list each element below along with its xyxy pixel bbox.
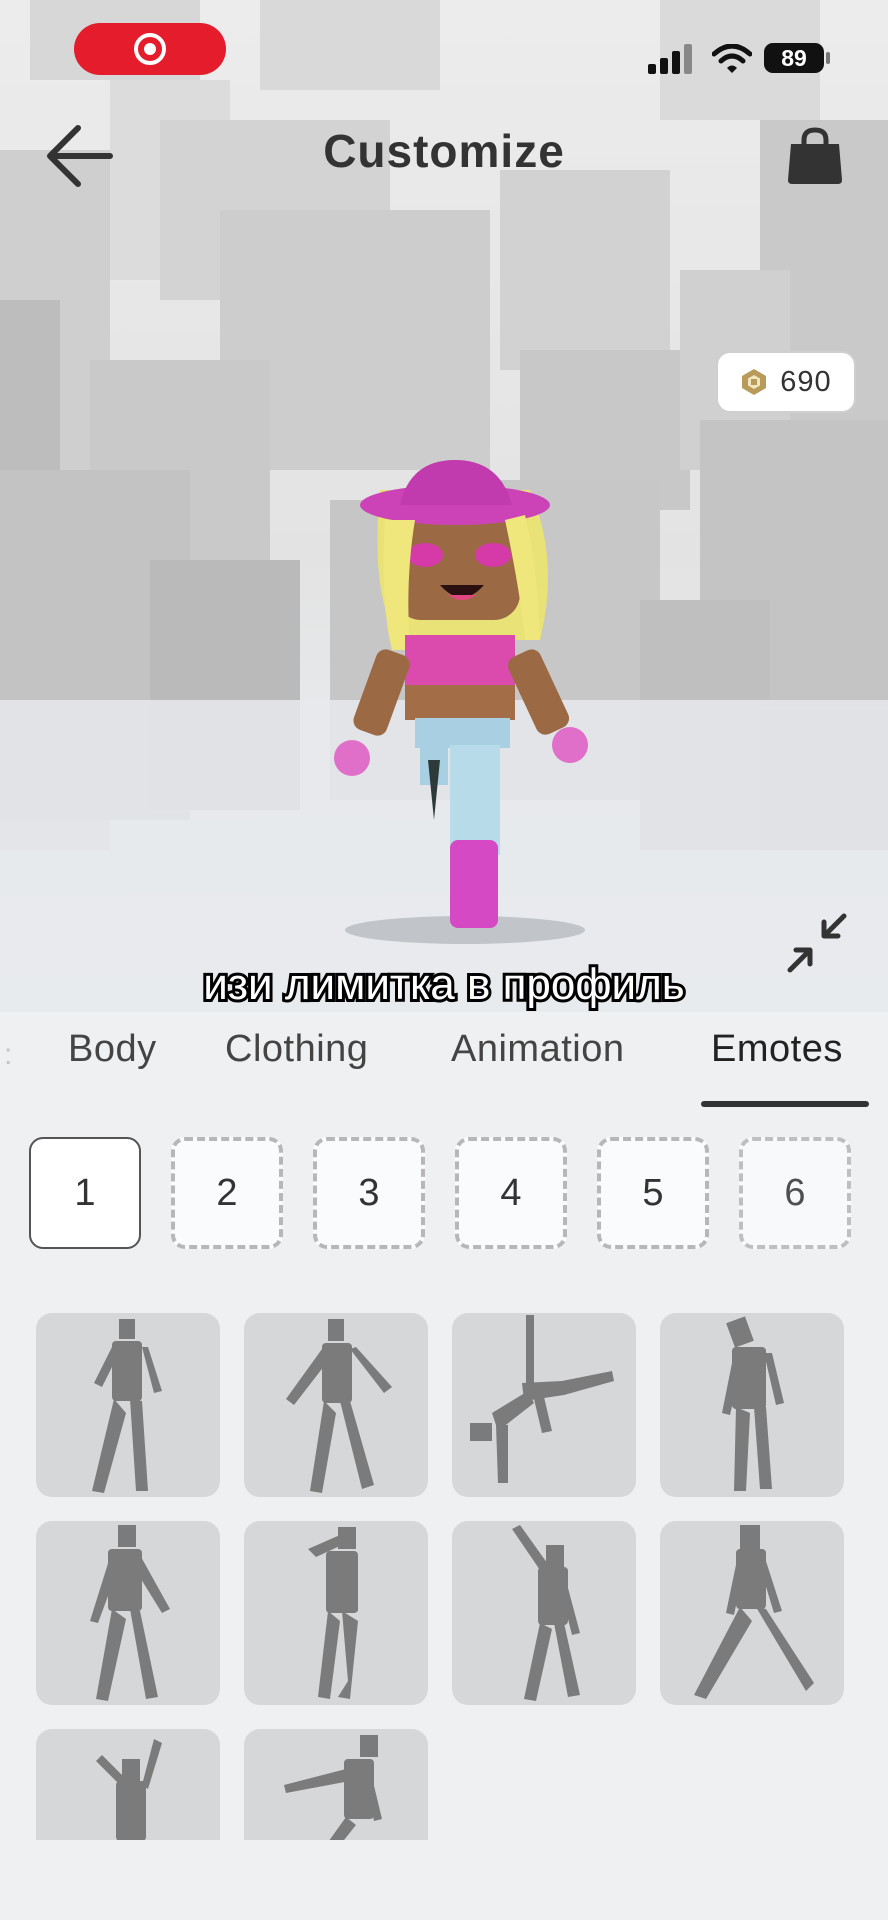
tab-emotes[interactable]: Emotes bbox=[711, 1028, 843, 1071]
emote-pose-silhouette-icon bbox=[512, 1525, 580, 1701]
video-caption: изи лимитка в профиль bbox=[200, 957, 687, 1012]
wifi-icon bbox=[712, 44, 752, 73]
emote-pose-silhouette-icon bbox=[286, 1319, 392, 1493]
robux-amount: 690 bbox=[780, 365, 832, 398]
tab-body[interactable]: Body bbox=[68, 1028, 157, 1071]
tabs-scroll-hint: : bbox=[4, 1038, 13, 1071]
emote-pose-silhouette-icon bbox=[308, 1527, 358, 1699]
avatar-preview-scene[interactable]: 89 Customize 690 изи лимитка в профиль bbox=[0, 0, 888, 1012]
screen-record-indicator[interactable] bbox=[74, 23, 226, 75]
grid-bottom-fade bbox=[0, 1840, 888, 1920]
emote-slot-4[interactable]: 4 bbox=[455, 1137, 567, 1249]
emote-slot-3[interactable]: 3 bbox=[313, 1137, 425, 1249]
emote-tile[interactable] bbox=[36, 1313, 220, 1497]
robux-balance[interactable]: 690 bbox=[716, 351, 856, 413]
emote-pose-silhouette-icon bbox=[722, 1316, 784, 1491]
battery-indicator: 89 bbox=[764, 43, 824, 73]
emote-tile[interactable] bbox=[452, 1521, 636, 1705]
emote-tile[interactable] bbox=[660, 1521, 844, 1705]
emote-slot-6[interactable]: 6 bbox=[739, 1137, 851, 1249]
cellular-signal-icon bbox=[648, 44, 692, 74]
battery-level: 89 bbox=[781, 44, 807, 71]
emote-tile[interactable] bbox=[452, 1313, 636, 1497]
emote-tile[interactable] bbox=[660, 1313, 844, 1497]
active-tab-indicator bbox=[701, 1101, 869, 1107]
emote-slot-1[interactable]: 1 bbox=[29, 1137, 141, 1249]
emote-slot-5[interactable]: 5 bbox=[597, 1137, 709, 1249]
record-icon bbox=[134, 33, 166, 65]
emote-tile[interactable] bbox=[244, 1313, 428, 1497]
battery-nub bbox=[826, 52, 830, 64]
tab-clothing[interactable]: Clothing bbox=[225, 1028, 368, 1071]
emote-pose-silhouette-icon bbox=[90, 1525, 170, 1701]
robux-coin-icon bbox=[742, 369, 767, 395]
emote-pose-silhouette-icon bbox=[694, 1525, 814, 1699]
emote-pose-silhouette-icon bbox=[470, 1315, 614, 1483]
emote-tile[interactable] bbox=[244, 1521, 428, 1705]
page-title: Customize bbox=[323, 125, 565, 177]
shopping-bag-icon[interactable] bbox=[786, 126, 844, 186]
emote-slot-2[interactable]: 2 bbox=[171, 1137, 283, 1249]
tab-animation[interactable]: Animation bbox=[451, 1028, 624, 1071]
emote-pose-silhouette-icon bbox=[92, 1319, 162, 1493]
emote-tile[interactable] bbox=[36, 1521, 220, 1705]
